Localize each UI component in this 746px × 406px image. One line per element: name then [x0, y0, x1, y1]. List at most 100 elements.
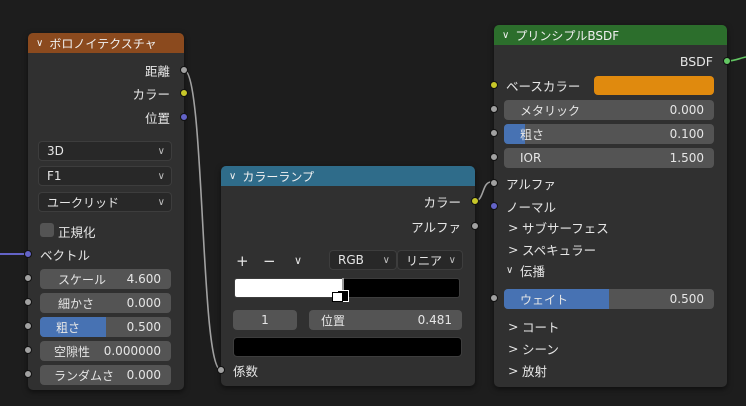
output-position-socket[interactable] [180, 113, 188, 121]
input-alpha-socket[interactable] [490, 179, 498, 187]
ior-label: IOR [520, 151, 542, 165]
lacunarity-label: 空隙性 [54, 344, 91, 359]
principled-bsdf-node[interactable]: ∨ プリンシプルBSDF BSDF ベースカラー メタリック 0.000 粗さ … [490, 25, 731, 387]
transmission-label: 伝播 [520, 263, 546, 279]
randomness-field[interactable]: ランダムさ 0.000 [40, 365, 171, 385]
voronoi-node-header[interactable]: ∨ ボロノイテクスチャ [28, 33, 184, 53]
base-color-label: ベースカラー [506, 78, 581, 94]
base-color-swatch[interactable] [594, 76, 714, 95]
stop-index-value: 1 [261, 313, 269, 327]
input-normal-socket[interactable] [490, 202, 498, 210]
detail-value: 0.000 [126, 296, 161, 310]
interpolation-value: リニア [406, 253, 443, 268]
color-mode-dropdown[interactable]: RGB ∨ [329, 250, 397, 270]
stop-color-swatch[interactable] [233, 337, 462, 357]
dimension-value: 3D [47, 144, 64, 158]
input-base-color-socket[interactable] [490, 81, 498, 89]
color-ramp-node[interactable]: ∨ カラーランプ カラー アルファ + − ∨ RGB ∨ リニア ∨ 1 位置… [217, 166, 479, 386]
chevron-down-icon: ∨ [448, 254, 456, 266]
input-scale-socket[interactable] [24, 274, 32, 282]
bsdf-roughness-field[interactable]: 粗さ 0.100 [504, 124, 714, 144]
dimension-dropdown[interactable]: 3D ∨ [38, 141, 172, 161]
stop-position-field[interactable]: 位置 0.481 [309, 310, 462, 330]
normalize-checkbox[interactable] [40, 223, 54, 237]
chevron-down-icon: ∨ [157, 170, 165, 182]
input-factor-socket[interactable] [217, 366, 225, 374]
input-vector-socket[interactable] [24, 250, 32, 258]
metallic-label: メタリック [520, 103, 581, 118]
transmission-panel-toggle[interactable]: ∨ 伝播 [494, 260, 727, 280]
voronoi-node-title: ボロノイテクスチャ [49, 36, 157, 51]
stop-index-field[interactable]: 1 [233, 310, 297, 330]
ior-field[interactable]: IOR 1.500 [504, 148, 714, 168]
output-alpha-socket[interactable] [471, 222, 479, 230]
color-stop-handle[interactable] [331, 278, 351, 302]
output-color-label: カラー [132, 86, 170, 102]
color-ramp-node-title: カラーランプ [242, 169, 314, 184]
ior-value: 1.500 [669, 151, 704, 165]
metallic-field[interactable]: メタリック 0.000 [504, 100, 714, 120]
coat-panel-toggle[interactable]: > コート [494, 316, 727, 336]
scale-label: スケール [58, 272, 107, 287]
collapse-chevron-icon[interactable]: ∨ [36, 38, 43, 49]
stop-position-label: 位置 [321, 313, 346, 328]
input-roughness-socket[interactable] [490, 129, 498, 137]
chevron-down-icon: ∨ [157, 145, 165, 157]
roughness-value: 0.500 [126, 320, 161, 334]
feature-dropdown[interactable]: F1 ∨ [38, 166, 172, 186]
output-distance-socket[interactable] [180, 66, 188, 74]
detail-field[interactable]: 細かさ 0.000 [40, 293, 171, 313]
add-stop-button[interactable]: + [236, 252, 249, 270]
randomness-label: ランダムさ [54, 368, 115, 383]
remove-stop-button[interactable]: − [263, 252, 276, 270]
input-randomness-socket[interactable] [24, 370, 32, 378]
scale-value: 4.600 [126, 272, 161, 286]
subsurface-label: サブサーフェス [522, 220, 609, 236]
input-weight-socket[interactable] [490, 294, 498, 302]
collapse-chevron-icon[interactable]: ∨ [229, 171, 236, 182]
normalize-label: 正規化 [58, 225, 96, 240]
detail-label: 細かさ [58, 296, 95, 311]
output-distance-label: 距離 [144, 63, 170, 79]
interpolation-dropdown[interactable]: リニア ∨ [397, 250, 463, 270]
gradient-white-segment [235, 279, 344, 297]
lacunarity-field[interactable]: 空隙性 0.000000 [40, 341, 171, 361]
input-ior-socket[interactable] [490, 153, 498, 161]
ramp-menu-button[interactable]: ∨ [294, 254, 302, 267]
sheen-panel-toggle[interactable]: > シーン [494, 338, 727, 358]
chevron-right-icon: > [508, 241, 519, 257]
scale-field[interactable]: スケール 4.600 [40, 269, 171, 289]
stop-position-value: 0.481 [417, 313, 452, 327]
weight-field[interactable]: ウェイト 0.500 [504, 289, 714, 309]
input-metallic-socket[interactable] [490, 105, 498, 113]
roughness-field[interactable]: 粗さ 0.500 [40, 317, 171, 337]
output-bsdf-socket[interactable] [723, 57, 731, 65]
feature-value: F1 [47, 169, 62, 183]
input-roughness-socket[interactable] [24, 322, 32, 330]
input-detail-socket[interactable] [24, 298, 32, 306]
weight-label: ウェイト [520, 292, 569, 307]
chevron-right-icon: > [508, 362, 519, 378]
bsdf-node-title: プリンシプルBSDF [515, 28, 620, 43]
subsurface-panel-toggle[interactable]: > サブサーフェス [494, 217, 727, 237]
alpha-label: アルファ [506, 176, 556, 192]
color-ramp-node-header[interactable]: ∨ カラーランプ [221, 166, 475, 186]
output-color-socket[interactable] [180, 89, 188, 97]
output-position-label: 位置 [144, 110, 170, 126]
weight-value: 0.500 [669, 292, 704, 306]
voronoi-texture-node[interactable]: ∨ ボロノイテクスチャ 距離 カラー 位置 3D ∨ F1 ∨ ユークリッド ∨… [24, 33, 188, 390]
specular-label: スペキュラー [522, 242, 597, 258]
color-stop-inactive-swatch [331, 292, 343, 302]
emission-panel-toggle[interactable]: > 放射 [494, 360, 727, 380]
specular-panel-toggle[interactable]: > スペキュラー [494, 239, 727, 259]
bsdf-node-header[interactable]: ∨ プリンシプルBSDF [494, 25, 727, 45]
collapse-chevron-icon[interactable]: ∨ [502, 30, 509, 41]
output-color-socket[interactable] [471, 197, 479, 205]
output-bsdf-label: BSDF [679, 53, 713, 69]
chevron-right-icon: > [508, 318, 519, 334]
bsdf-roughness-value: 0.100 [669, 127, 704, 141]
chevron-down-icon: ∨ [506, 264, 514, 276]
chevron-right-icon: > [508, 219, 519, 235]
input-lacunarity-socket[interactable] [24, 346, 32, 354]
distance-metric-dropdown[interactable]: ユークリッド ∨ [38, 192, 172, 212]
